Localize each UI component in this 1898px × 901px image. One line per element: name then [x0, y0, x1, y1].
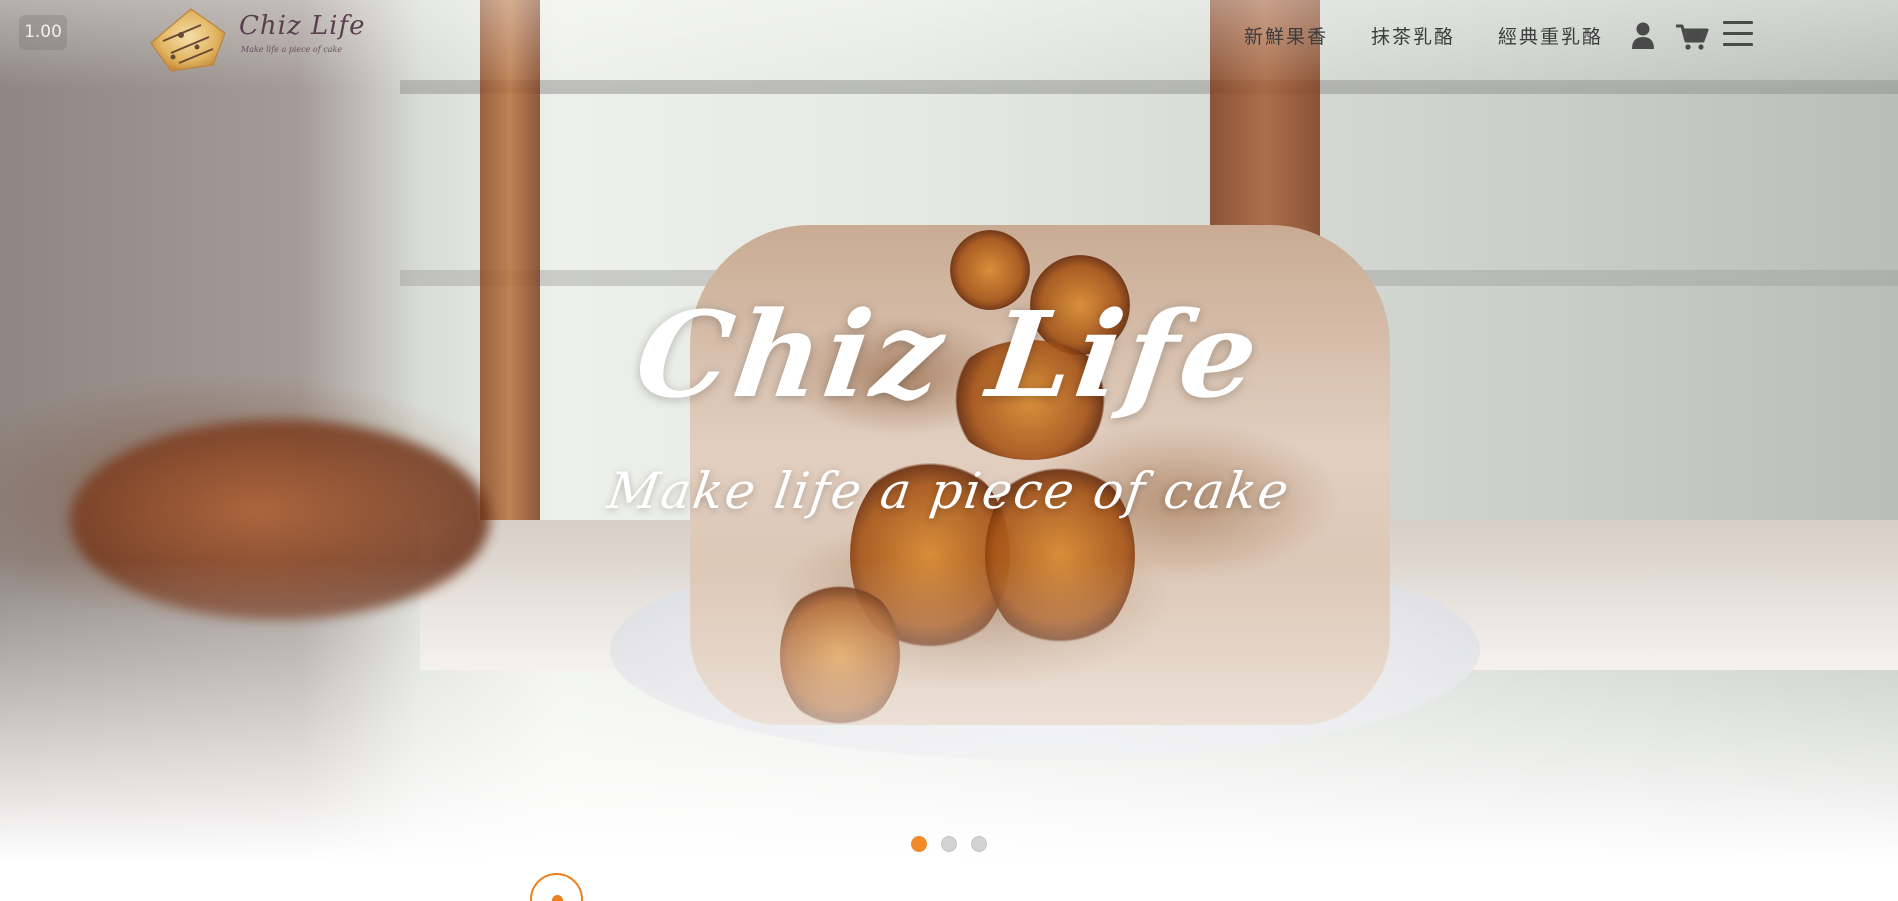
menu-bar [1723, 32, 1753, 35]
hamburger-menu-icon[interactable] [1723, 21, 1753, 49]
user-icon[interactable] [1630, 21, 1656, 51]
brand-tagline: Make life a piece of cake [241, 45, 343, 54]
hero-title: Chiz Life [628, 285, 1270, 424]
hero-tagline: Make life a piece of cake [604, 462, 1294, 520]
cheese-logo-icon [150, 8, 226, 72]
nav-item-fresh-fruit[interactable]: 新鮮果香 [1244, 22, 1328, 52]
carousel-dot-1[interactable] [911, 836, 927, 852]
brand-name: Chiz Life [239, 11, 366, 41]
hero-banner-image [0, 0, 1898, 862]
cart-icon-glyph [1676, 24, 1709, 50]
brand-logo[interactable]: Chiz Life Make life a piece of cake [143, 3, 365, 75]
user-icon-glyph [1632, 22, 1654, 49]
section-indicator[interactable] [530, 873, 583, 901]
section-indicator-dot [552, 895, 563, 901]
menu-bar [1723, 21, 1753, 24]
nav-item-matcha-cheesecake[interactable]: 抹茶乳酪 [1371, 22, 1455, 52]
menu-bar [1723, 43, 1753, 46]
cart-icon[interactable] [1675, 23, 1709, 51]
hero-fade [0, 560, 1898, 862]
carousel-dot-3[interactable] [971, 836, 987, 852]
zoom-badge: 1.00 [19, 15, 67, 50]
carousel-dot-2[interactable] [941, 836, 957, 852]
nav-item-classic-cheesecake[interactable]: 經典重乳酪 [1498, 22, 1603, 52]
